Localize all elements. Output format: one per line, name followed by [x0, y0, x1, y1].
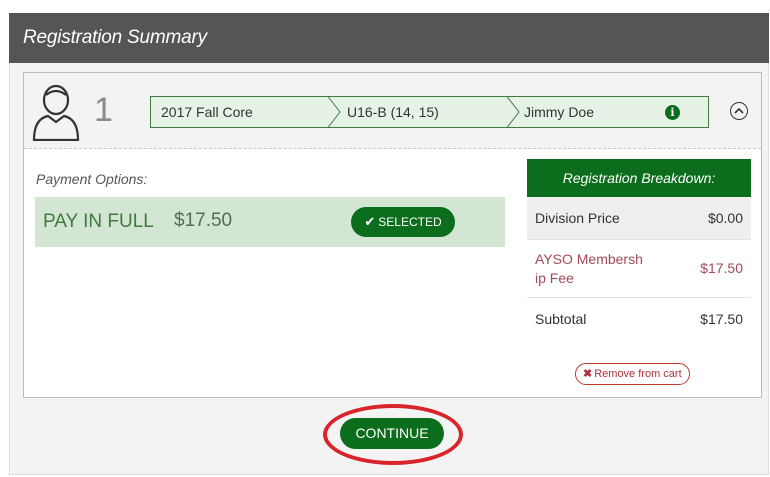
- payment-option-name: PAY IN FULL: [43, 211, 154, 232]
- selected-label: SELECTED: [378, 215, 442, 229]
- remove-label: Remove from cart: [594, 368, 682, 380]
- breadcrumb-division: U16-B (14, 15): [347, 104, 439, 120]
- breadcrumb: 2017 Fall Core U16-B (14, 15) Jimmy Doe …: [150, 96, 715, 128]
- selected-button[interactable]: ✔ SELECTED: [351, 207, 455, 237]
- check-icon: ✔: [364, 214, 376, 229]
- close-icon: ✖: [583, 368, 593, 380]
- breakdown-row: Subtotal $17.50: [527, 298, 751, 341]
- person-icon: [32, 84, 80, 141]
- registration-card: 1 2017 Fall Core U16-B (14, 15) Jimmy Do…: [23, 72, 762, 398]
- breadcrumb-season: 2017 Fall Core: [161, 104, 253, 120]
- breakdown-row-label: Division Price: [535, 210, 620, 226]
- payment-option-row[interactable]: PAY IN FULL $17.50 ✔ SELECTED: [35, 197, 505, 247]
- registration-card-header: 1 2017 Fall Core U16-B (14, 15) Jimmy Do…: [24, 73, 761, 149]
- membership-fee-link[interactable]: AYSO Membersh ip Fee: [535, 250, 655, 288]
- payment-option-price: $17.50: [174, 210, 233, 231]
- breakdown-title: Registration Breakdown:: [527, 159, 751, 197]
- page-header: Registration Summary: [9, 13, 769, 63]
- chevron-up-icon: [734, 107, 744, 114]
- breakdown-row[interactable]: AYSO Membersh ip Fee $17.50: [527, 240, 751, 298]
- registration-breakdown: Registration Breakdown: Division Price $…: [527, 159, 751, 341]
- breakdown-row-value: $17.50: [700, 311, 743, 327]
- breadcrumb-player: Jimmy Doe: [524, 104, 595, 120]
- breakdown-row: Division Price $0.00: [527, 197, 751, 240]
- page-title: Registration Summary: [23, 27, 207, 48]
- breakdown-row-label: Subtotal: [535, 311, 587, 327]
- collapse-button[interactable]: [730, 102, 748, 120]
- breakdown-row-value: $17.50: [700, 260, 743, 276]
- continue-button[interactable]: CONTINUE: [340, 418, 444, 449]
- info-icon[interactable]: i: [665, 105, 680, 120]
- registration-number: 1: [94, 91, 113, 129]
- breakdown-row-value: $0.00: [707, 210, 743, 226]
- remove-from-cart-button[interactable]: ✖ Remove from cart: [575, 363, 690, 385]
- payment-options-label: Payment Options:: [36, 171, 148, 187]
